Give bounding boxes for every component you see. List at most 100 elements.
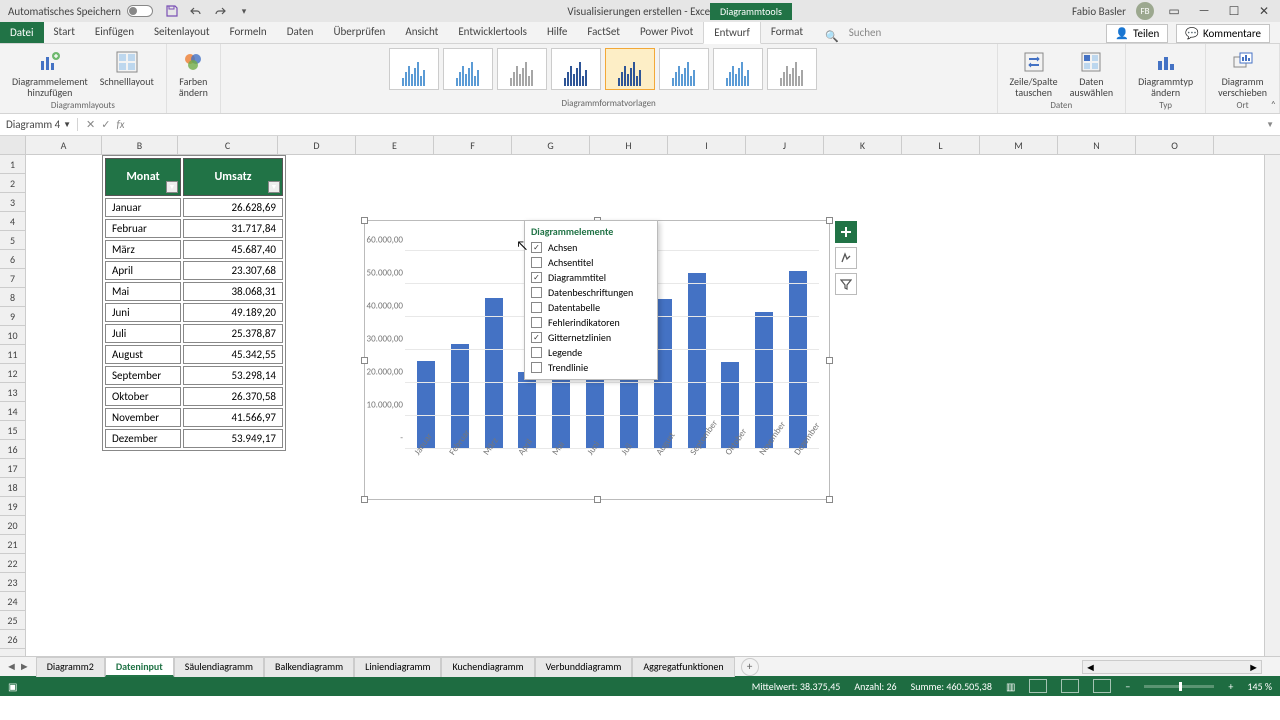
column-header[interactable]: L [902,136,980,154]
comments-button[interactable]: 💬Kommentare [1176,24,1270,43]
column-header[interactable]: G [512,136,590,154]
column-header[interactable]: F [434,136,512,154]
flyout-item[interactable]: Datenbeschriftungen [531,285,651,300]
user-avatar[interactable]: FB [1136,2,1154,20]
tab-hilfe[interactable]: Hilfe [537,21,577,43]
normal-view-icon[interactable] [1029,679,1047,693]
chart-styles-gallery[interactable] [389,48,829,90]
row-header[interactable]: 7 [0,269,25,288]
checkbox-icon[interactable]: ✓ [531,332,542,343]
filter-icon[interactable]: ▼ [268,181,280,193]
row-header[interactable]: 18 [0,478,25,497]
close-icon[interactable]: ✕ [1254,4,1274,19]
flyout-item[interactable]: ✓Diagrammtitel [531,270,651,285]
minimize-icon[interactable]: — [1194,4,1214,18]
tab-file[interactable]: Datei [0,22,44,43]
row-header[interactable]: 6 [0,250,25,269]
sheet-tab[interactable]: Säulendiagramm [174,657,264,677]
checkbox-icon[interactable] [531,287,542,298]
horizontal-scrollbar[interactable]: ◄► [1082,660,1262,674]
cancel-formula-icon[interactable]: ✕ [86,118,95,131]
tab-daten[interactable]: Daten [277,21,324,43]
zoom-level[interactable]: 145 % [1247,680,1272,693]
toggle-switch-icon[interactable] [127,5,153,17]
row-header[interactable]: 22 [0,554,25,573]
share-button[interactable]: 👤Teilen [1106,24,1168,43]
chart-style-thumb[interactable] [605,48,655,90]
column-header[interactable]: E [356,136,434,154]
sheet-tab[interactable]: Diagramm2 [36,657,105,677]
enter-formula-icon[interactable]: ✓ [101,118,110,131]
column-header[interactable]: A [26,136,102,154]
row-header[interactable]: 13 [0,383,25,402]
maximize-icon[interactable]: ☐ [1224,4,1244,19]
table-row[interactable]: Mai38.068,31 [105,282,283,301]
user-name[interactable]: Fabio Basler [1072,5,1126,18]
row-header[interactable]: 21 [0,535,25,554]
table-row[interactable]: September53.298,14 [105,366,283,385]
flyout-item[interactable]: Trendlinie [531,360,651,375]
sheet-nav-next-icon[interactable]: ► [19,660,30,673]
sheet-tab[interactable]: Balkendiagramm [264,657,354,677]
tab-seitenlayout[interactable]: Seitenlayout [144,21,220,43]
flyout-item[interactable]: Legende [531,345,651,360]
column-header[interactable]: B [102,136,178,154]
column-header[interactable]: N [1058,136,1136,154]
change-chart-type-button[interactable]: Diagrammtyp ändern [1134,48,1197,100]
checkbox-icon[interactable] [531,362,542,373]
move-chart-button[interactable]: Diagramm verschieben [1214,48,1271,100]
checkbox-icon[interactable] [531,257,542,268]
row-header[interactable]: 2 [0,174,25,193]
table-row[interactable]: Oktober26.370,58 [105,387,283,406]
chart-filters-button[interactable] [835,273,857,295]
expand-formula-icon[interactable]: ▼ [1260,120,1280,130]
column-header[interactable]: M [980,136,1058,154]
select-data-button[interactable]: Daten auswählen [1066,48,1118,100]
column-header[interactable]: O [1136,136,1214,154]
display-settings-icon[interactable]: ▥ [1006,680,1015,693]
tab-factset[interactable]: FactSet [577,21,630,43]
row-header[interactable]: 3 [0,193,25,212]
zoom-slider[interactable] [1144,685,1214,688]
record-macro-icon[interactable]: ▣ [8,680,17,693]
tab-start[interactable]: Start [44,21,85,43]
column-header[interactable]: D [278,136,356,154]
column-header[interactable]: I [668,136,746,154]
tab-formeln[interactable]: Formeln [220,21,277,43]
chart-style-thumb[interactable] [767,48,817,90]
sheet-tab[interactable]: Liniendiagramm [354,657,441,677]
row-header[interactable]: 26 [0,630,25,649]
row-header[interactable]: 14 [0,402,25,421]
page-break-view-icon[interactable] [1093,679,1111,693]
vertical-scrollbar[interactable] [1264,136,1280,656]
table-row[interactable]: Dezember53.949,17 [105,429,283,448]
search-field[interactable]: Suchen [839,22,892,43]
switch-row-column-button[interactable]: Zeile/Spalte tauschen [1006,48,1062,100]
tab-entwurf[interactable]: Entwurf [703,21,761,44]
row-header[interactable]: 4 [0,212,25,231]
row-header[interactable]: 11 [0,345,25,364]
add-chart-element-button[interactable]: Diagrammelement hinzufügen [8,48,92,100]
undo-icon[interactable] [189,4,203,18]
collapse-ribbon-icon[interactable]: ˄ [1271,98,1276,111]
flyout-item[interactable]: Datentabelle [531,300,651,315]
row-header[interactable]: 12 [0,364,25,383]
flyout-item[interactable]: Fehlerindikatoren [531,315,651,330]
checkbox-icon[interactable]: ✓ [531,242,542,253]
autosave-toggle[interactable]: Automatisches Speichern [0,5,153,18]
checkbox-icon[interactable]: ✓ [531,272,542,283]
change-colors-button[interactable]: Farben ändern [175,48,212,100]
tab-format[interactable]: Format [761,21,813,43]
checkbox-icon[interactable] [531,317,542,328]
column-header[interactable]: C [178,136,278,154]
tab-power pivot[interactable]: Power Pivot [630,21,703,43]
column-header[interactable]: J [746,136,824,154]
row-header[interactable]: 19 [0,497,25,516]
chart-style-thumb[interactable] [389,48,439,90]
row-header[interactable]: 16 [0,440,25,459]
tab-einfügen[interactable]: Einfügen [85,21,144,43]
sheet-nav-prev-icon[interactable]: ◄ [6,660,17,673]
fx-icon[interactable]: fx [116,118,124,131]
flyout-item[interactable]: Achsentitel [531,255,651,270]
zoom-out-icon[interactable]: − [1125,680,1130,693]
